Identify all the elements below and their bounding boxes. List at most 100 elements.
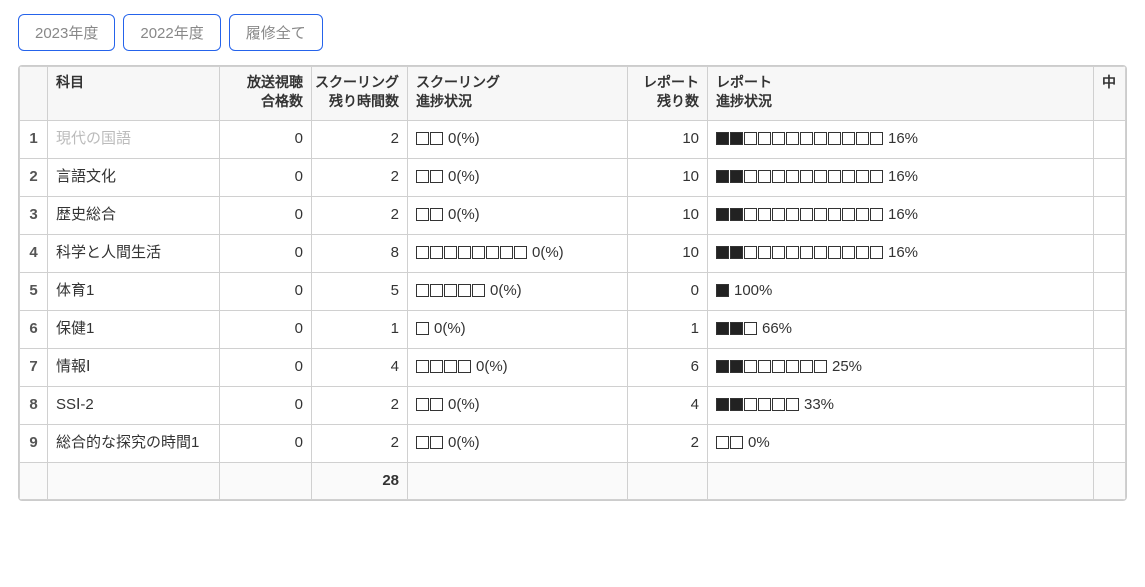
- progress-box-icon: [758, 208, 771, 221]
- broadcast-pass-count: 0: [220, 121, 312, 159]
- subject-cell[interactable]: 情報Ⅰ: [48, 349, 220, 387]
- report-progress: 16%: [708, 159, 1094, 197]
- progress-box-icon: [842, 246, 855, 259]
- report-remain: 10: [628, 159, 708, 197]
- progress-box-icon: [814, 246, 827, 259]
- extra-cell: [1094, 235, 1126, 273]
- progress-box-icon: [758, 398, 771, 411]
- table-row: 3歴史総合020(%)1016%: [20, 197, 1126, 235]
- col-header-extra: 中: [1094, 67, 1126, 121]
- col-header-school-prog-l2: 進捗状況: [416, 92, 619, 111]
- progress-box-icon: [716, 208, 729, 221]
- progress-box-icon: [416, 436, 429, 449]
- progress-box-icon: [856, 132, 869, 145]
- progress-pct: 16%: [888, 206, 918, 223]
- report-remain: 2: [628, 425, 708, 463]
- report-progress: 100%: [708, 273, 1094, 311]
- progress-box-icon: [786, 246, 799, 259]
- row-index: 9: [20, 425, 48, 463]
- schooling-remain: 1: [312, 311, 408, 349]
- subject-cell[interactable]: 体育1: [48, 273, 220, 311]
- tab-2022[interactable]: 2022年度: [123, 14, 220, 51]
- progress-box-icon: [716, 246, 729, 259]
- progress-box-icon: [430, 170, 443, 183]
- row-index: 7: [20, 349, 48, 387]
- progress-box-icon: [472, 284, 485, 297]
- progress-box-icon: [416, 398, 429, 411]
- broadcast-pass-count: 0: [220, 349, 312, 387]
- report-remain: 6: [628, 349, 708, 387]
- row-index: 3: [20, 197, 48, 235]
- subject-cell[interactable]: 歴史総合: [48, 197, 220, 235]
- subject-cell[interactable]: SSⅠ-2: [48, 387, 220, 425]
- progress-pct: 66%: [762, 320, 792, 337]
- tab-2023[interactable]: 2023年度: [18, 14, 115, 51]
- schooling-progress: 0(%): [408, 311, 628, 349]
- progress-box-icon: [744, 170, 757, 183]
- progress-box-icon: [430, 246, 443, 259]
- broadcast-pass-count: 0: [220, 197, 312, 235]
- extra-cell: [1094, 121, 1126, 159]
- progress-box-icon: [500, 246, 513, 259]
- report-progress: 0%: [708, 425, 1094, 463]
- col-header-report-remain: レポート 残り数: [628, 67, 708, 121]
- progress-box-icon: [786, 170, 799, 183]
- tab-all[interactable]: 履修全て: [229, 14, 323, 51]
- report-remain: 10: [628, 235, 708, 273]
- progress-box-icon: [444, 246, 457, 259]
- progress-pct: 0(%): [490, 282, 522, 299]
- progress-box-icon: [800, 132, 813, 145]
- progress-pct: 0(%): [448, 206, 480, 223]
- year-tabs: 2023年度 2022年度 履修全て: [18, 14, 1127, 51]
- table-row: 1現代の国語020(%)1016%: [20, 121, 1126, 159]
- subject-cell[interactable]: 科学と人間生活: [48, 235, 220, 273]
- col-header-broadcast-l1: 放送視聴: [247, 73, 303, 92]
- col-header-report-remain-l1: レポート: [643, 73, 699, 92]
- progress-box-icon: [744, 398, 757, 411]
- broadcast-pass-count: 0: [220, 425, 312, 463]
- progress-box-icon: [758, 246, 771, 259]
- col-header-report-prog-l2: 進捗状況: [716, 92, 1085, 111]
- table-row: 7情報Ⅰ040(%)625%: [20, 349, 1126, 387]
- subject-cell[interactable]: 保健1: [48, 311, 220, 349]
- report-remain: 4: [628, 387, 708, 425]
- progress-box-icon: [856, 246, 869, 259]
- progress-box-icon: [744, 132, 757, 145]
- schooling-progress: 0(%): [408, 235, 628, 273]
- subject-cell[interactable]: 言語文化: [48, 159, 220, 197]
- col-header-report-prog-l1: レポート: [716, 73, 1085, 92]
- schooling-remain: 2: [312, 387, 408, 425]
- table-row: 8SSⅠ-2020(%)433%: [20, 387, 1126, 425]
- row-index: 6: [20, 311, 48, 349]
- progress-table-wrap: 科目 放送視聴 合格数 スクーリング 残り時間数 スクーリング: [18, 65, 1127, 501]
- report-remain: 0: [628, 273, 708, 311]
- progress-box-icon: [744, 360, 757, 373]
- progress-box-icon: [730, 398, 743, 411]
- progress-pct: 0(%): [448, 130, 480, 147]
- broadcast-pass-count: 0: [220, 311, 312, 349]
- progress-box-icon: [842, 170, 855, 183]
- progress-box-icon: [716, 360, 729, 373]
- progress-box-icon: [430, 398, 443, 411]
- report-progress: 66%: [708, 311, 1094, 349]
- table-row: 6保健1010(%)166%: [20, 311, 1126, 349]
- col-header-report-remain-l2: 残り数: [657, 92, 699, 111]
- progress-box-icon: [716, 284, 729, 297]
- progress-box-icon: [716, 322, 729, 335]
- schooling-remain: 8: [312, 235, 408, 273]
- progress-pct: 0(%): [434, 320, 466, 337]
- progress-box-icon: [430, 208, 443, 221]
- progress-box-icon: [444, 360, 457, 373]
- progress-box-icon: [758, 170, 771, 183]
- progress-box-icon: [828, 208, 841, 221]
- progress-box-icon: [800, 208, 813, 221]
- footer-school-remain-total: 28: [312, 463, 408, 500]
- progress-box-icon: [444, 284, 457, 297]
- progress-box-icon: [800, 246, 813, 259]
- col-header-index: [20, 67, 48, 121]
- progress-pct: 16%: [888, 244, 918, 261]
- extra-cell: [1094, 425, 1126, 463]
- subject-cell[interactable]: 現代の国語: [48, 121, 220, 159]
- subject-cell[interactable]: 総合的な探究の時間1: [48, 425, 220, 463]
- col-header-schooling-remain: スクーリング 残り時間数: [312, 67, 408, 121]
